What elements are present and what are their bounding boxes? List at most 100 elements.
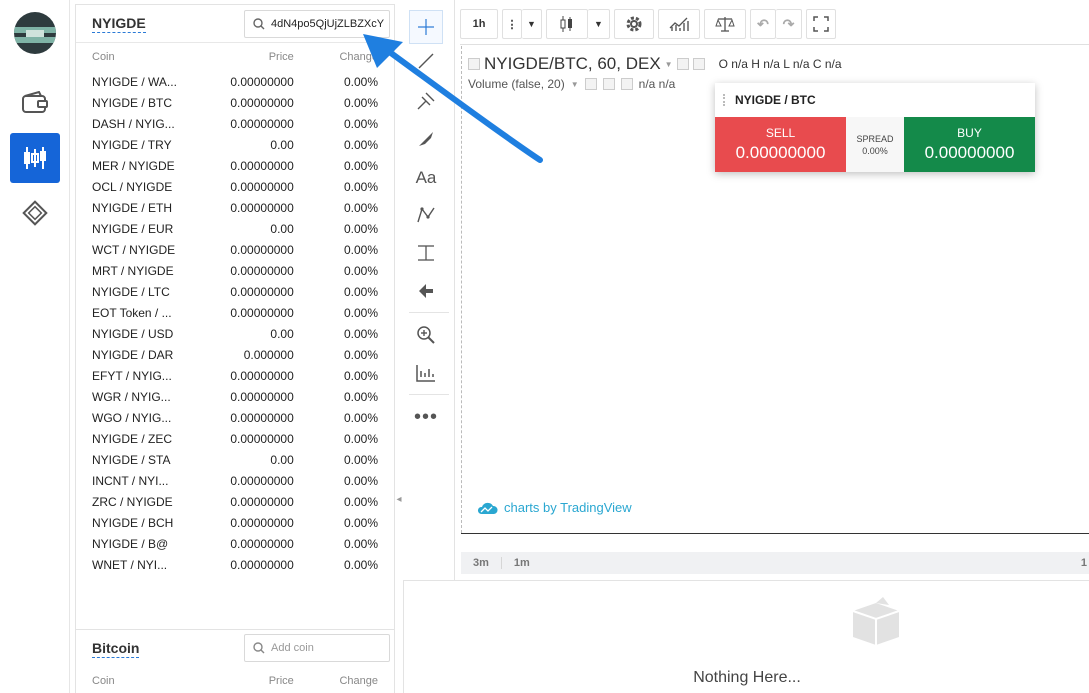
collapse-handle[interactable]: ◂ (395, 485, 403, 513)
more-tools[interactable]: ••• (409, 400, 443, 434)
interval-button[interactable]: 1h (460, 9, 498, 39)
market-search-input[interactable]: 4dN4po5QjUjZLBZXcY (244, 10, 390, 38)
col-price-header[interactable]: Price (210, 675, 294, 687)
market-row[interactable]: NYIGDE / B@ 0.00000000 0.00% (76, 533, 394, 554)
volume-label[interactable]: Volume (false, 20) (468, 77, 565, 91)
market-title[interactable]: NYIGDE (92, 15, 146, 33)
zoom-tool[interactable] (409, 318, 443, 352)
market-row-change: 0.00% (343, 263, 378, 278)
col-coin-header[interactable]: Coin (92, 51, 210, 63)
fork-tool[interactable] (409, 84, 443, 118)
market-row[interactable]: NYIGDE / DAR 0.000000 0.00% (76, 344, 394, 365)
collapse-legend-icon[interactable] (468, 58, 480, 70)
add-coin-input[interactable]: Add coin (244, 634, 390, 662)
indicators-button[interactable] (658, 9, 700, 39)
market-row[interactable]: NYIGDE / WA... 0.00000000 0.00% (76, 71, 394, 92)
chart-type-dropdown[interactable]: ▼ (588, 9, 610, 39)
drag-handle-icon[interactable] (723, 94, 727, 106)
pattern-tool[interactable] (409, 198, 443, 232)
settings-small-icon[interactable] (692, 58, 705, 70)
market-row[interactable]: NYIGDE / STA 0.00 0.00% (76, 449, 394, 470)
nav-wallet[interactable] (10, 78, 60, 128)
secondary-header: Bitcoin Add coin (76, 630, 394, 666)
empty-message: Nothing Here... (693, 669, 801, 686)
col-change-header[interactable]: Change (294, 675, 378, 687)
sell-price: 0.00000000 (735, 143, 826, 162)
sell-button[interactable]: SELL 0.00000000 (715, 117, 846, 172)
range-selector: 3m 1m (461, 552, 1089, 574)
market-row[interactable]: NYIGDE / ZEC 0.00000000 0.00% (76, 428, 394, 449)
market-row-price: 0.00000000 (230, 284, 294, 299)
market-row[interactable]: NYIGDE / BTC 0.00000000 0.00% (76, 92, 394, 113)
fullscreen-button[interactable] (806, 9, 836, 39)
trendline-tool[interactable] (409, 44, 443, 78)
market-row-price: 0.00000000 (230, 368, 294, 383)
chart-type-button[interactable] (546, 9, 588, 39)
market-row-price: 0.00 (270, 326, 294, 341)
crosshair-tool[interactable] (409, 10, 443, 44)
market-row-change: 0.00% (343, 431, 378, 446)
avatar[interactable] (14, 12, 56, 54)
eye-icon[interactable] (584, 78, 597, 90)
chevron-left-icon: ◂ (396, 493, 402, 505)
brush-tool[interactable] (409, 122, 443, 156)
redo-button[interactable]: ↷ (776, 9, 802, 39)
time-scale-edge-label: 1 (1080, 557, 1087, 569)
market-row-coin: NYIGDE / WA... (92, 74, 177, 89)
interval-more-button[interactable]: ⋮ (502, 9, 522, 39)
wallet-icon (22, 91, 48, 113)
market-row[interactable]: EFYT / NYIG... 0.00000000 0.00% (76, 365, 394, 386)
text-tool[interactable]: Aa (409, 161, 443, 195)
market-row[interactable]: WGR / NYIG... 0.00000000 0.00% (76, 386, 394, 407)
chevron-down-icon[interactable]: ▼ (571, 80, 579, 89)
market-row-price: 0.00000000 (230, 515, 294, 530)
market-row[interactable]: NYIGDE / USD 0.00 0.00% (76, 323, 394, 344)
market-row[interactable]: ZRC / NYIGDE 0.00000000 0.00% (76, 491, 394, 512)
measure-tool[interactable] (409, 236, 443, 270)
col-coin-header[interactable]: Coin (92, 675, 210, 687)
col-change-header[interactable]: Change (294, 51, 378, 63)
symbol-title[interactable]: NYIGDE/BTC, 60, DEX (484, 54, 661, 74)
compare-button[interactable] (704, 9, 746, 39)
trade-widget-header: NYIGDE / BTC (715, 83, 1035, 117)
nav-trade[interactable] (10, 188, 60, 238)
market-row[interactable]: DASH / NYIG... 0.00000000 0.00% (76, 113, 394, 134)
ruler-tool[interactable] (409, 356, 443, 390)
settings-button[interactable] (614, 9, 654, 39)
chevron-down-icon: ▼ (594, 19, 603, 29)
market-row[interactable]: OCL / NYIGDE 0.00000000 0.00% (76, 176, 394, 197)
eye-icon[interactable] (676, 58, 689, 70)
market-row[interactable]: NYIGDE / TRY 0.00 0.00% (76, 134, 394, 155)
market-row-price: 0.00000000 (230, 179, 294, 194)
settings-small-icon[interactable] (602, 78, 615, 90)
interval-dropdown[interactable]: ▼ (522, 9, 542, 39)
market-row[interactable]: MER / NYIGDE 0.00000000 0.00% (76, 155, 394, 176)
range-3m[interactable]: 3m (461, 557, 502, 569)
buy-button[interactable]: BUY 0.00000000 (904, 117, 1035, 172)
market-row-coin: NYIGDE / DAR (92, 347, 174, 362)
market-row[interactable]: INCNT / NYI... 0.00000000 0.00% (76, 470, 394, 491)
market-row[interactable]: WCT / NYIGDE 0.00000000 0.00% (76, 239, 394, 260)
secondary-title[interactable]: Bitcoin (92, 640, 140, 658)
market-row[interactable]: NYIGDE / BCH 0.00000000 0.00% (76, 512, 394, 533)
col-price-header[interactable]: Price (210, 51, 294, 63)
market-row[interactable]: WGO / NYIG... 0.00000000 0.00% (76, 407, 394, 428)
tradingview-brand[interactable]: charts by TradingView (476, 500, 632, 515)
market-row-change: 0.00% (343, 452, 378, 467)
market-row[interactable]: NYIGDE / EUR 0.00 0.00% (76, 218, 394, 239)
market-row[interactable]: NYIGDE / ETH 0.00000000 0.00% (76, 197, 394, 218)
back-tool[interactable] (409, 274, 443, 308)
market-row[interactable]: WNET / NYI... 0.00000000 0.00% (76, 554, 394, 575)
market-row[interactable]: EOT Token / ... 0.00000000 0.00% (76, 302, 394, 323)
market-row[interactable]: NYIGDE / LTC 0.00000000 0.00% (76, 281, 394, 302)
nav-exchange[interactable] (10, 133, 60, 183)
market-row-price: 0.00000000 (230, 473, 294, 488)
chevron-down-icon[interactable]: ▼ (665, 60, 673, 69)
range-1m[interactable]: 1m (502, 557, 542, 569)
market-row[interactable]: MRT / NYIGDE 0.00000000 0.00% (76, 260, 394, 281)
ellipsis-icon: ••• (413, 405, 438, 428)
close-icon[interactable] (620, 78, 633, 90)
market-row-price: 0.000000 (243, 347, 294, 362)
market-row-price: 0.00000000 (230, 158, 294, 173)
undo-button[interactable]: ↶ (750, 9, 776, 39)
